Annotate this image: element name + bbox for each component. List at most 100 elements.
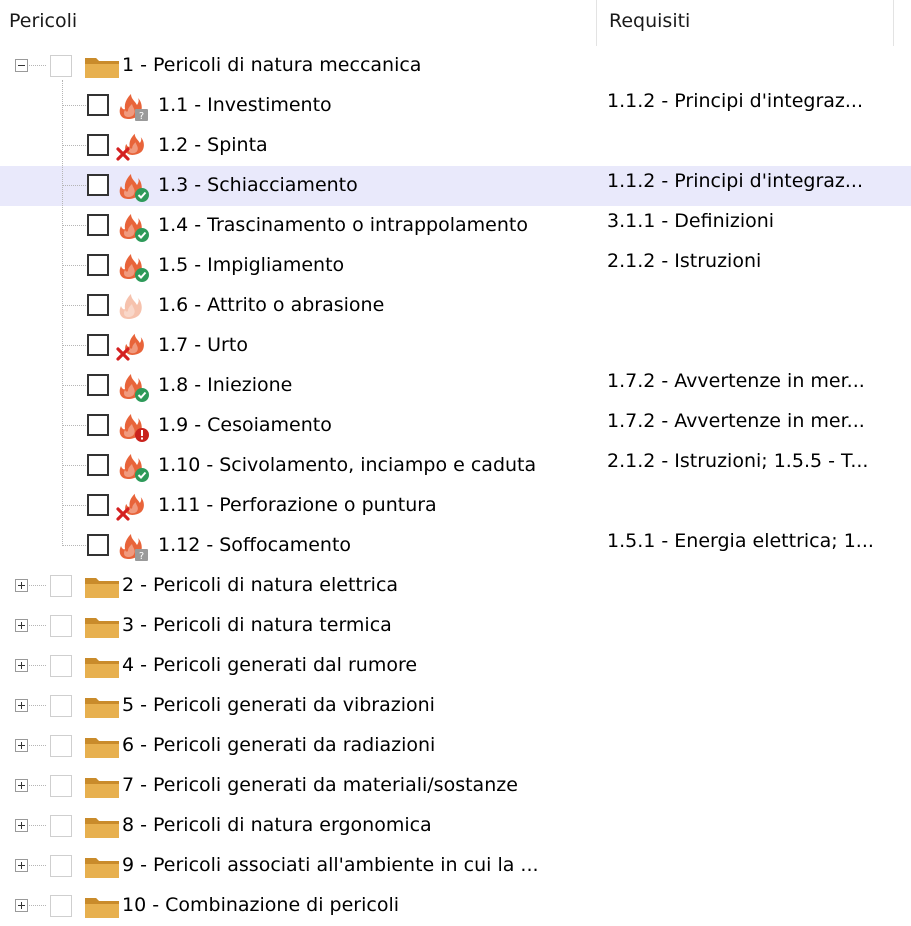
item-checkbox[interactable] [87, 374, 109, 396]
group-checkbox[interactable] [50, 575, 72, 597]
item-label: 1.9 - Cesoiamento [158, 414, 332, 436]
tree-group-row[interactable]: 8 - Pericoli di natura ergonomica [0, 806, 911, 846]
item-label: 1.7 - Urto [158, 334, 248, 356]
column-divider[interactable] [596, 0, 597, 46]
group-checkbox[interactable] [50, 55, 72, 77]
tree-connector [62, 145, 86, 146]
group-label: 9 - Pericoli associati all'ambiente in c… [122, 854, 539, 876]
group-checkbox[interactable] [50, 895, 72, 917]
item-checkbox[interactable] [87, 294, 109, 316]
tree-group-row[interactable]: 4 - Pericoli generati dal rumore [0, 646, 911, 686]
item-checkbox[interactable] [87, 134, 109, 156]
tree-item-row[interactable]: 1.10 - Scivolamento, inciampo e caduta 2.… [0, 446, 911, 486]
group-checkbox[interactable] [50, 735, 72, 757]
expand-toggle-icon[interactable] [15, 819, 28, 832]
tree-item-row[interactable]: ? 1.12 - Soffocamento 1.5.1 - Energia elet… [0, 526, 911, 566]
expand-toggle-icon[interactable] [15, 619, 28, 632]
group-checkbox[interactable] [50, 815, 72, 837]
folder-icon [84, 615, 120, 639]
tree-item-row[interactable]: 1.7 - Urto [0, 326, 911, 366]
tree-item-row[interactable]: ? 1.1 - Investimento 1.1.2 - Principi d'in… [0, 86, 911, 126]
folder-icon [84, 575, 120, 599]
group-label: 8 - Pericoli di natura ergonomica [122, 814, 432, 836]
group-label: 6 - Pericoli generati da radiazioni [122, 734, 436, 756]
item-checkbox[interactable] [87, 494, 109, 516]
flame-excluded-icon [116, 132, 150, 162]
flame-ok-icon [116, 452, 150, 482]
item-label: 1.6 - Attrito o abrasione [158, 294, 385, 316]
tree-connector [62, 185, 86, 186]
tree-item-row[interactable]: 1.2 - Spinta [0, 126, 911, 166]
tree-connector [29, 665, 46, 666]
tree-group-row[interactable]: 1 - Pericoli di natura meccanica [0, 46, 911, 86]
item-checkbox[interactable] [87, 94, 109, 116]
item-requisiti: 1.1.2 - Principi d'integraz... [607, 170, 863, 192]
tree-item-row[interactable]: 1.5 - Impigliamento 2.1.2 - Istruzioni [0, 246, 911, 286]
item-requisiti: 1.7.2 - Avvertenze in mer... [607, 370, 865, 392]
tree-connector [29, 585, 46, 586]
tree-connector [62, 545, 86, 546]
group-checkbox[interactable] [50, 695, 72, 717]
group-label: 1 - Pericoli di natura meccanica [122, 54, 422, 76]
expand-toggle-icon[interactable] [15, 859, 28, 872]
item-checkbox[interactable] [87, 534, 109, 556]
item-checkbox[interactable] [87, 414, 109, 436]
tree-group-row[interactable]: 10 - Combinazione di pericoli [0, 886, 911, 926]
item-checkbox[interactable] [87, 254, 109, 276]
item-requisiti: 1.7.2 - Avvertenze in mer... [607, 410, 865, 432]
column-divider[interactable] [893, 0, 894, 46]
group-checkbox[interactable] [50, 615, 72, 637]
group-checkbox[interactable] [50, 655, 72, 677]
column-header: Pericoli Requisiti [0, 0, 911, 46]
tree-item-row[interactable]: 1.6 - Attrito o abrasione [0, 286, 911, 326]
tree-connector [29, 745, 46, 746]
column-header-pericoli[interactable]: Pericoli [9, 10, 77, 32]
expand-toggle-icon[interactable] [15, 779, 28, 792]
tree-connector [62, 305, 86, 306]
tree-item-row[interactable]: 1.9 - Cesoiamento 1.7.2 - Avvertenze in m… [0, 406, 911, 446]
tree-item-row[interactable]: 1.4 - Trascinamento o intrappolamento 3.1… [0, 206, 911, 246]
flame-ok-icon [116, 372, 150, 402]
group-checkbox[interactable] [50, 775, 72, 797]
tree-connector [62, 425, 86, 426]
expand-toggle-icon[interactable] [15, 579, 28, 592]
tree-group-row[interactable]: 5 - Pericoli generati da vibrazioni [0, 686, 911, 726]
item-checkbox[interactable] [87, 174, 109, 196]
tree-group-row[interactable]: 2 - Pericoli di natura elettrica [0, 566, 911, 606]
tree-connector [29, 905, 46, 906]
item-checkbox[interactable] [87, 454, 109, 476]
item-checkbox[interactable] [87, 214, 109, 236]
tree-connector [29, 825, 46, 826]
tree-connector [62, 80, 63, 546]
tree-item-row[interactable]: 1.8 - Iniezione 1.7.2 - Avvertenze in mer… [0, 366, 911, 406]
tree-group-row[interactable]: 7 - Pericoli generati da materiali/sosta… [0, 766, 911, 806]
item-checkbox[interactable] [87, 334, 109, 356]
group-label: 2 - Pericoli di natura elettrica [122, 574, 399, 596]
item-label: 1.12 - Soffocamento [158, 534, 352, 556]
expand-toggle-icon[interactable] [15, 739, 28, 752]
item-requisiti: 2.1.2 - Istruzioni; 1.5.5 - T... [607, 450, 869, 472]
group-label: 5 - Pericoli generati da vibrazioni [122, 694, 435, 716]
flame-ok-icon [116, 252, 150, 282]
flame-excluded-icon [116, 332, 150, 362]
expand-toggle-icon[interactable] [15, 899, 28, 912]
tree-connector [62, 225, 86, 226]
tree-connector [62, 385, 86, 386]
group-checkbox[interactable] [50, 855, 72, 877]
expand-toggle-icon[interactable] [15, 659, 28, 672]
tree-group-row[interactable]: 6 - Pericoli generati da radiazioni [0, 726, 911, 766]
tree-group-row[interactable]: 9 - Pericoli associati all'ambiente in c… [0, 846, 911, 886]
item-label: 1.8 - Iniezione [158, 374, 293, 396]
tree-group-row[interactable]: 3 - Pericoli di natura termica [0, 606, 911, 646]
svg-text:?: ? [139, 111, 144, 122]
item-requisiti: 1.1.2 - Principi d'integraz... [607, 90, 863, 112]
tree-item-row[interactable]: 1.3 - Schiacciamento 1.1.2 - Principi d'i… [0, 166, 911, 206]
folder-icon [84, 655, 120, 679]
column-header-requisiti[interactable]: Requisiti [609, 10, 690, 32]
item-label: 1.2 - Spinta [158, 134, 268, 156]
tree-item-row[interactable]: 1.11 - Perforazione o puntura [0, 486, 911, 526]
expand-toggle-icon[interactable] [15, 699, 28, 712]
collapse-toggle-icon[interactable] [15, 59, 28, 72]
tree-connector [62, 505, 86, 506]
folder-icon [84, 895, 120, 919]
